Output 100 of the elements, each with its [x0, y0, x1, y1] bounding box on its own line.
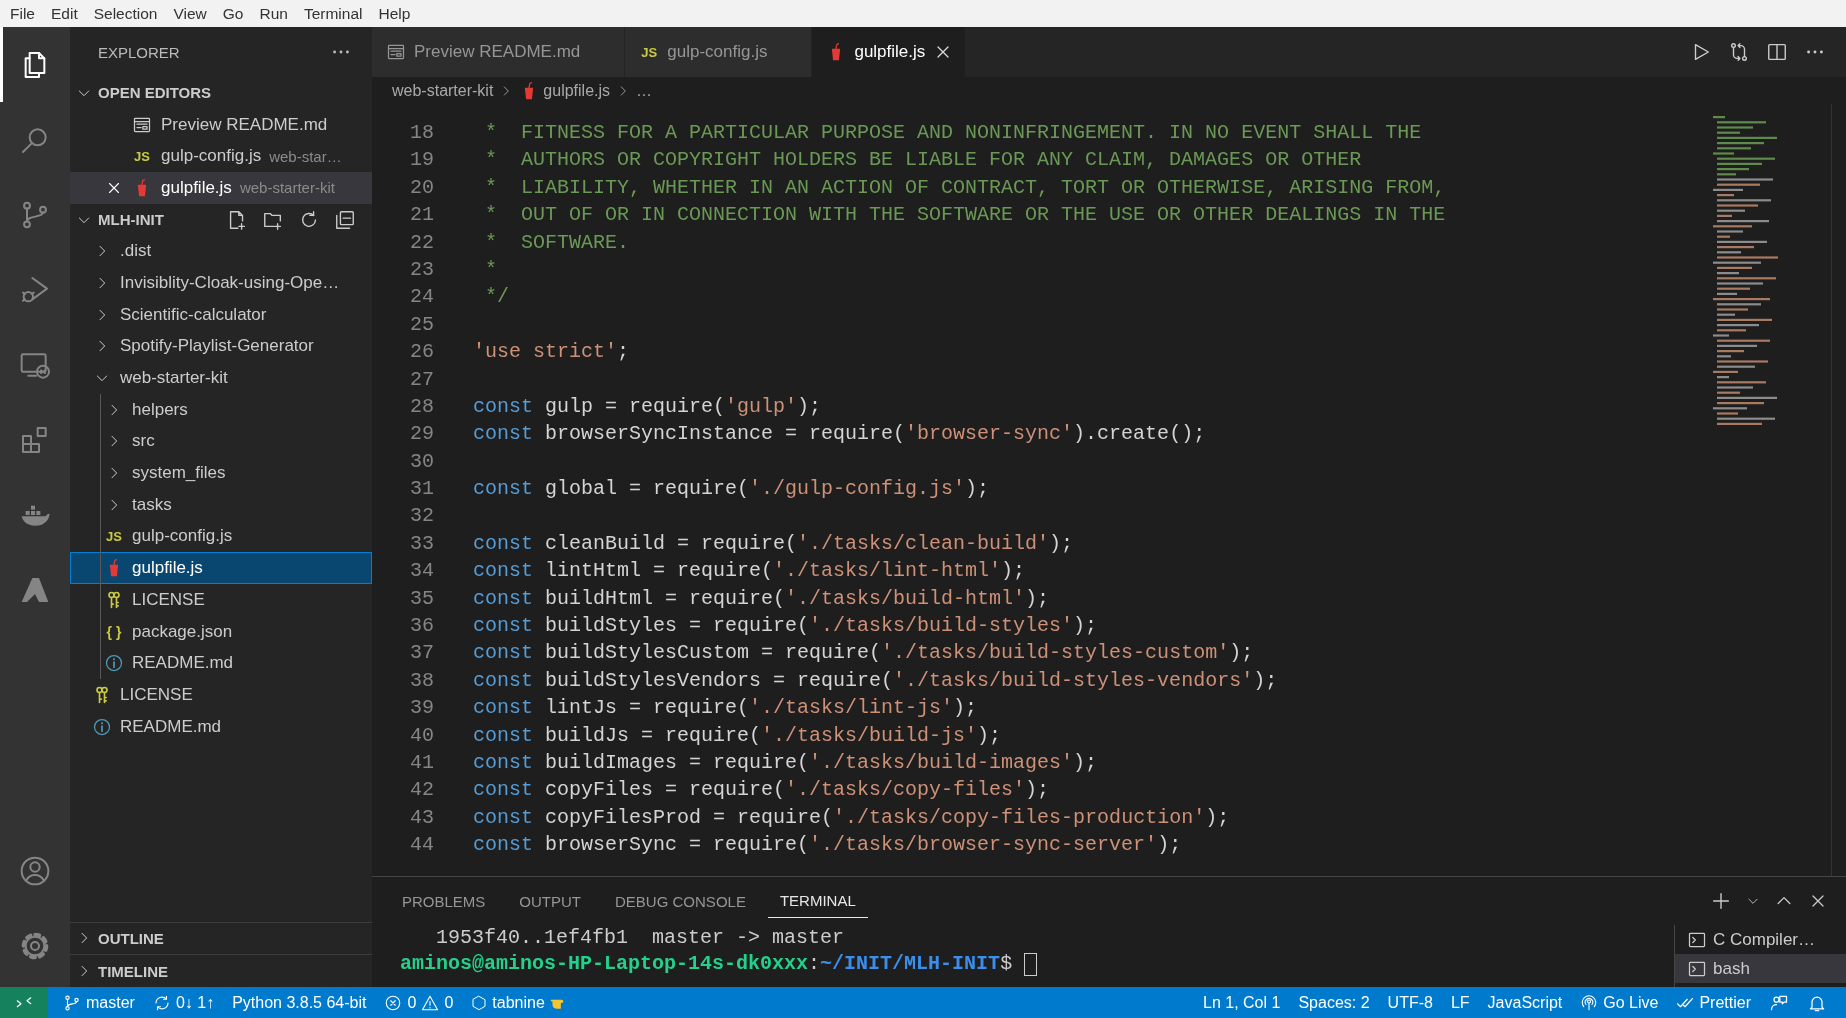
account-icon[interactable]	[19, 854, 51, 887]
line-number: 27	[409, 366, 435, 393]
explorer-entry[interactable]: README.md	[70, 710, 372, 743]
broadcast-icon	[1580, 993, 1599, 1012]
line-number: 25	[409, 311, 435, 338]
line-number: 40	[409, 722, 435, 749]
code-line: const browserSync = require('./tasks/browser-sync-server');	[473, 832, 1183, 859]
code-line: const copyFiles = require('./tasks/copy-files');	[473, 777, 1051, 804]
js-icon: JS	[639, 44, 660, 60]
code-line: const buildHtml = require('./tasks/build-html');	[473, 585, 1051, 612]
explorer-entry[interactable]: LICENSE	[70, 679, 372, 711]
sidebar-title: EXPLORER	[98, 43, 180, 61]
line-number: 24	[409, 284, 435, 311]
line-number: 22	[409, 229, 435, 256]
code-line: const buildJs = require('./tasks/build-js');	[473, 722, 1003, 749]
code-line: const cleanBuild = require('./tasks/clean-build');	[473, 530, 1075, 557]
line-number: 39	[409, 695, 435, 722]
line-number: 21	[409, 202, 435, 229]
status-item[interactable]: Python 3.8.5 64-bit	[223, 987, 376, 1018]
explorer-entry[interactable]: Scientific-calculator	[70, 298, 372, 331]
line-number: 30	[409, 448, 435, 475]
panel-tab[interactable]: PROBLEMS	[390, 884, 498, 918]
panel-tab[interactable]: TERMINAL	[767, 884, 868, 918]
explorer-entry[interactable]: system_files	[70, 457, 372, 489]
open-editor-item[interactable]: gulpfile.js web-starter-kit	[70, 172, 372, 204]
explorer-entry[interactable]: Invisiblity-Cloak-using-Ope…	[70, 267, 372, 299]
open-editor-item[interactable]: JS gulp-config.js web-star…	[70, 140, 372, 173]
editor-tab[interactable]: Preview README.md	[372, 27, 626, 77]
line-number: 43	[409, 804, 435, 831]
terminal-cursor	[1024, 952, 1038, 976]
menu-item[interactable]: Help	[370, 4, 419, 23]
menu-item[interactable]: Selection	[85, 4, 166, 23]
status-item[interactable]: JavaScript	[1478, 987, 1572, 1018]
line-number: 41	[409, 750, 435, 776]
editor-tab[interactable]: JS gulp-config.js	[625, 27, 813, 77]
explorer-entry[interactable]: web-starter-kit	[70, 362, 372, 394]
status-item[interactable]: Spaces: 2	[1289, 987, 1379, 1018]
preview-icon	[386, 42, 406, 62]
code-line: 'use strict';	[473, 339, 631, 366]
tabnine-status[interactable]: tabnine	[462, 987, 579, 1018]
section-header[interactable]: MLH-INIT	[70, 203, 372, 236]
line-number: 32	[409, 503, 435, 530]
panel-tab[interactable]: DEBUG CONSOLE	[603, 884, 758, 918]
explorer-entry[interactable]: helpers	[70, 393, 372, 426]
status-item[interactable]: LF	[1441, 987, 1479, 1018]
code-line: const lintJs = require('./tasks/lint-js');	[473, 695, 979, 722]
explorer-entry[interactable]: JS gulp-config.js	[70, 520, 372, 553]
editor-tab[interactable]: gulpfile.js	[812, 27, 967, 77]
explorer-entry[interactable]: .dist	[70, 235, 372, 268]
go-live-status[interactable]: Go Live	[1571, 987, 1668, 1018]
breadcrumb[interactable]: …	[636, 81, 653, 100]
prettier-status[interactable]: Prettier	[1667, 987, 1760, 1018]
explorer-entry[interactable]: gulpfile.js	[70, 552, 372, 584]
menu-item[interactable]: Edit	[43, 4, 86, 23]
code-line: */	[484, 284, 510, 311]
plus-icon[interactable]	[1710, 890, 1732, 912]
menu-item[interactable]: Terminal	[295, 4, 371, 23]
braces-icon: { }	[104, 623, 124, 640]
explorer-entry[interactable]: src	[70, 425, 372, 458]
explorer-entry[interactable]: README.md	[70, 647, 372, 680]
error-icon	[384, 993, 403, 1012]
code-line: const buildStylesCustom = require('./tasks/build-styles-custom');	[473, 640, 1255, 667]
status-item[interactable]: Ln 1, Col 1	[1194, 987, 1290, 1018]
menu-item[interactable]: Run	[251, 4, 296, 23]
line-number: 23	[409, 256, 435, 283]
terminal-line: 1953f40..1ef4fb1 master -> master	[435, 925, 845, 951]
explorer-entry[interactable]: LICENSE	[70, 584, 372, 616]
compare-icon[interactable]	[1728, 41, 1750, 63]
breadcrumb[interactable]: gulpfile.js	[543, 81, 611, 100]
branch-status[interactable]: master	[54, 987, 144, 1018]
split-editor-icon[interactable]	[1766, 41, 1788, 63]
branch-icon	[63, 993, 81, 1012]
line-number: 34	[409, 558, 435, 585]
collapse-icon[interactable]	[334, 208, 356, 231]
sync-status[interactable]: 0↓ 1↑	[143, 987, 224, 1018]
explorer-entry[interactable]: { } package.json	[70, 615, 372, 648]
explorer-entry[interactable]: tasks	[70, 488, 372, 521]
menu-item[interactable]: File	[2, 4, 43, 23]
menu-item[interactable]: Go	[214, 4, 252, 23]
terminal-item[interactable]: bash	[1675, 954, 1846, 983]
panel-tab[interactable]: OUTPUT	[507, 884, 594, 918]
open-editor-item[interactable]: Preview README.md	[70, 108, 372, 141]
problems-status[interactable]: 0 0	[375, 987, 463, 1018]
code-line: const buildImages = require('./tasks/build-images');	[473, 750, 1099, 776]
status-item[interactable]: UTF-8	[1378, 987, 1442, 1018]
code-line: const buildStylesVendors = require('./tasks/build-styles-vendors');	[473, 667, 1279, 694]
terminal-line: aminos@aminos-HP-Laptop-14s-dk0xxx:~/INIT/MLH-INIT$	[400, 951, 1014, 977]
terminal-item[interactable]: C Compiler…	[1675, 925, 1846, 954]
breadcrumb[interactable]: web-starter-kit	[392, 81, 494, 100]
line-number: 20	[409, 174, 435, 201]
line-number: 29	[409, 421, 435, 448]
warning-icon	[421, 993, 440, 1012]
line-number: 36	[409, 613, 435, 640]
menu-item[interactable]: View	[165, 4, 215, 23]
line-number: 35	[409, 585, 435, 612]
explorer-entry[interactable]: Spotify-Playlist-Generator	[70, 330, 372, 363]
code-line: * OUT OF OR IN CONNECTION WITH THE SOFTWARE OR THE USE OR OTHER DEALINGS IN THE	[484, 202, 1447, 229]
line-number: 31	[409, 476, 435, 503]
section-header[interactable]: OPEN EDITORS	[70, 77, 372, 109]
section-header[interactable]: OUTLINE	[70, 921, 372, 955]
